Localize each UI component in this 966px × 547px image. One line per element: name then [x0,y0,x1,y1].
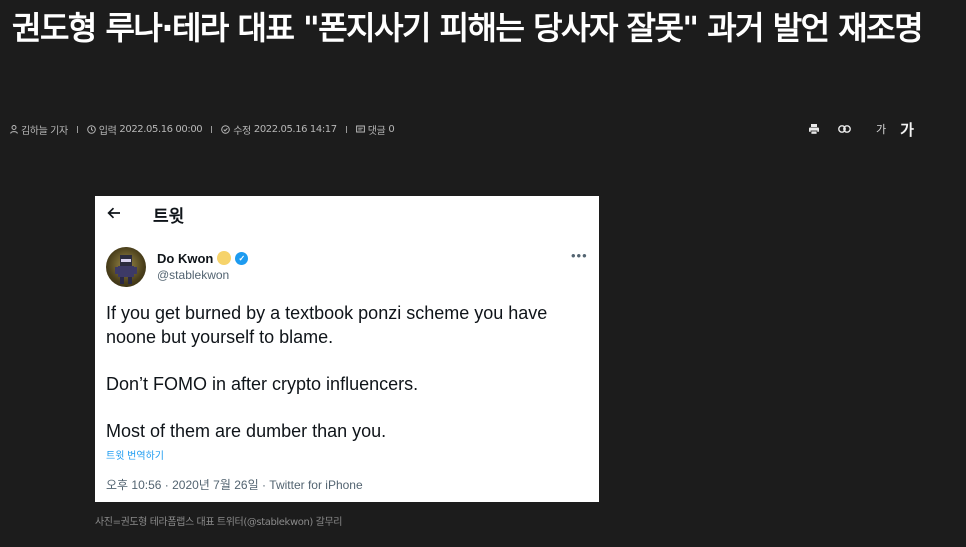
check-circle-icon [221,124,231,134]
meta-divider [76,125,78,133]
clock-icon [86,124,96,134]
tweet-line: Most of them are dumber than you. [106,421,387,441]
person-icon [10,124,18,134]
modified-label: 수정 [233,125,251,137]
published-date: 입력 2022.05.16 00:00 [86,122,203,137]
translate-tweet-link[interactable]: 트윗 번역하기 [106,447,164,462]
modified-date: 수정 2022.05.16 14:17 [221,122,337,137]
back-arrow-icon[interactable] [107,206,131,223]
tweet-timestamp: 오후 10:56 · 2020년 7월 26일 · Twitter for iP… [106,478,363,492]
font-size-large-button[interactable]: 가 [900,119,914,140]
tweet-screenshot: 트윗 Do Kwon ✓ @stablekwon ••• If you get … [95,196,599,502]
tweet-header: 트윗 [107,204,185,226]
moon-emoji-icon [217,251,232,265]
article-meta: 김하늘 기자 입력 2022.05.16 00:00 수정 2022.05.16… [10,122,395,137]
comments-link[interactable]: 댓글 0 [355,122,395,137]
verified-badge-icon: ✓ [235,251,249,265]
tweet-author: Do Kwon ✓ @stablekwon [157,250,249,282]
modified-time: 2022.05.16 14:17 [253,123,337,135]
published-label: 입력 [98,125,117,137]
print-icon [809,124,819,135]
more-options-icon[interactable]: ••• [571,248,588,263]
print-button[interactable] [806,121,822,137]
link-icon [837,125,851,133]
meta-divider [211,125,213,133]
tweet-body: If you get burned by a textbook ponzi sc… [106,301,592,443]
comment-icon [355,125,365,132]
avatar[interactable] [106,247,146,287]
author-display-name[interactable]: Do Kwon [157,251,213,266]
article-toolbar: 가 가 [806,118,914,140]
author-byline[interactable]: 김하늘 기자 [10,122,68,137]
copy-link-button[interactable] [836,121,852,137]
font-size-small-button[interactable]: 가 [876,121,886,137]
tweet-page-title: 트윗 [153,206,185,226]
comments-label: 댓글 [367,125,386,137]
published-time: 2022.05.16 00:00 [119,123,203,135]
tweet-line: Don’t FOMO in after crypto influencers. [106,374,419,394]
author-name: 김하늘 기자 [21,125,68,137]
author-handle[interactable]: @stablekwon [157,268,248,282]
comments-count: 0 [388,123,395,135]
tweet-line: If you get burned by a textbook ponzi sc… [106,303,548,347]
meta-divider [345,125,347,133]
article-headline: 권도형 루나·테라 대표 "폰지사기 피해는 당사자 잘못" 과거 발언 재조명 [12,9,924,47]
image-caption: 사진=권도형 테라폼랩스 대표 트위터(@stablekwon) 갈무리 [95,517,343,528]
author-name-row: Do Kwon ✓ [157,250,249,266]
